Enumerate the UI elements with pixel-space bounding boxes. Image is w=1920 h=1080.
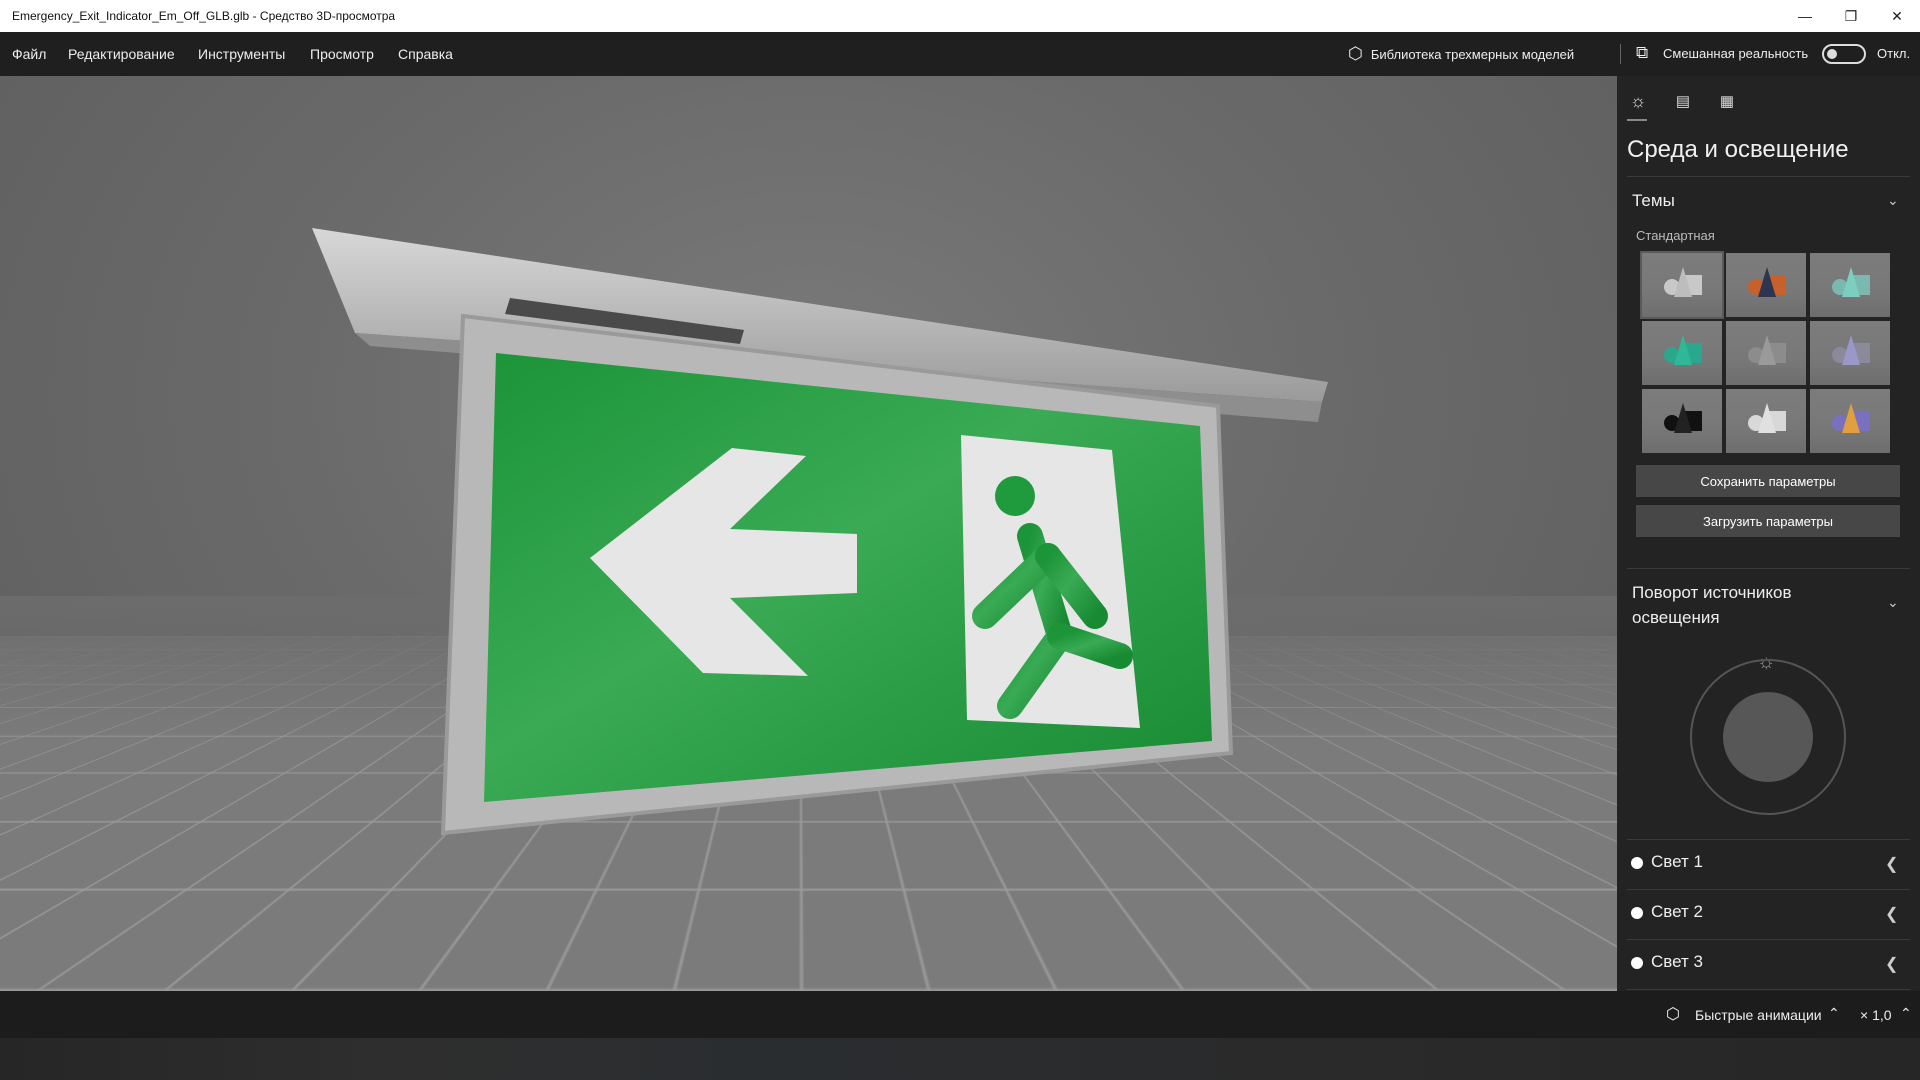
light-color-dot	[1631, 957, 1643, 969]
themes-group-label: Стандартная	[1636, 228, 1715, 243]
grid-icon: ▦	[1719, 93, 1735, 110]
chevron-up-icon[interactable]: ⌃	[1900, 1005, 1912, 1022]
menu-file[interactable]: Файл	[12, 46, 46, 62]
themes-section-header[interactable]: Темы	[1632, 188, 1675, 213]
cube-icon: ⬡	[1348, 44, 1363, 63]
chevron-left-icon[interactable]: ❮	[1885, 954, 1898, 974]
mixed-reality-toggle[interactable]	[1822, 44, 1866, 64]
menu-tools[interactable]: Инструменты	[198, 46, 285, 62]
theme-thumbnail[interactable]	[1726, 253, 1806, 317]
light-rotation-header[interactable]: Поворот источников освещения	[1632, 580, 1862, 630]
mixed-reality-state: Откл.	[1877, 46, 1911, 61]
mixed-reality-label: Смешанная реальность	[1663, 46, 1809, 61]
theme-thumbnail[interactable]	[1640, 251, 1724, 319]
light-2-row[interactable]: Свет 2 ❮	[1617, 890, 1920, 940]
separator	[1620, 44, 1621, 64]
light-3-row[interactable]: Свет 3 ❮	[1617, 940, 1920, 990]
light-color-dot	[1631, 857, 1643, 869]
divider	[1627, 568, 1910, 569]
light-rotation-dial[interactable]	[1690, 659, 1846, 815]
divider	[1627, 176, 1910, 177]
animation-speed[interactable]: × 1,0	[1860, 1007, 1892, 1023]
light-label: Свет 1	[1651, 852, 1703, 871]
theme-thumbnail[interactable]	[1810, 253, 1890, 317]
panel-title: Среда и освещение	[1627, 136, 1849, 163]
title-bar: Emergency_Exit_Indicator_Em_Off_GLB.glb …	[0, 0, 1920, 32]
sun-icon: ☼	[1629, 90, 1647, 111]
chevron-up-icon[interactable]: ⌃	[1828, 1005, 1840, 1022]
taskbar	[0, 1038, 1920, 1080]
animation-bar: ⬡ Быстрые анимации ⌃ × 1,0 ⌃	[0, 991, 1920, 1038]
theme-thumbnail[interactable]	[1642, 389, 1722, 453]
active-tab-indicator	[1627, 119, 1647, 121]
theme-thumbnail[interactable]	[1642, 321, 1722, 385]
chevron-down-icon[interactable]: ⌄	[1887, 192, 1899, 209]
chevron-left-icon[interactable]: ❮	[1885, 904, 1898, 924]
theme-thumbnail[interactable]	[1810, 389, 1890, 453]
theme-thumbnail[interactable]	[1726, 321, 1806, 385]
close-button[interactable]: ✕	[1874, 0, 1920, 32]
load-settings-button[interactable]: Загрузить параметры	[1636, 505, 1900, 537]
menu-bar: Файл Редактирование Инструменты Просмотр…	[0, 32, 1920, 76]
quick-animations-button[interactable]: Быстрые анимации	[1695, 1007, 1822, 1023]
theme-thumbnails	[1640, 251, 1890, 453]
minimize-button[interactable]: —	[1782, 0, 1828, 32]
tab-environment-lighting[interactable]: ☼	[1623, 88, 1653, 114]
restore-button[interactable]: ❐	[1828, 0, 1874, 32]
3d-viewport[interactable]	[0, 76, 1617, 991]
save-settings-button[interactable]: Сохранить параметры	[1636, 465, 1900, 497]
window-title: Emergency_Exit_Indicator_Em_Off_GLB.glb …	[12, 9, 396, 23]
chevron-down-icon[interactable]: ⌄	[1887, 594, 1899, 611]
chart-icon: ▤	[1675, 93, 1691, 110]
light-1-row[interactable]: Свет 1 ❮	[1617, 840, 1920, 890]
mixed-reality-icon: ⧉	[1636, 43, 1649, 62]
chevron-left-icon[interactable]: ❮	[1885, 854, 1898, 874]
menu-edit[interactable]: Редактирование	[68, 46, 175, 62]
light-label: Свет 3	[1651, 952, 1703, 971]
light-label: Свет 2	[1651, 902, 1703, 921]
environment-panel: ☼ ▤ ▦ Среда и освещение Темы ⌄ Стандартн…	[1617, 76, 1920, 991]
exit-sign-model	[312, 228, 1328, 836]
dial-knob[interactable]	[1723, 692, 1813, 782]
3d-library-button[interactable]: ⬡ Библиотека трехмерных моделей	[1348, 44, 1574, 64]
light-color-dot	[1631, 907, 1643, 919]
tab-grid[interactable]: ▦	[1712, 88, 1742, 114]
menu-view[interactable]: Просмотр	[310, 46, 374, 62]
theme-thumbnail[interactable]	[1726, 389, 1806, 453]
quick-animations-icon: ⬡	[1666, 1006, 1680, 1023]
menu-help[interactable]: Справка	[398, 46, 453, 62]
3d-library-label: Библиотека трехмерных моделей	[1370, 46, 1575, 62]
tab-stats[interactable]: ▤	[1668, 88, 1698, 114]
theme-thumbnail[interactable]	[1810, 321, 1890, 385]
